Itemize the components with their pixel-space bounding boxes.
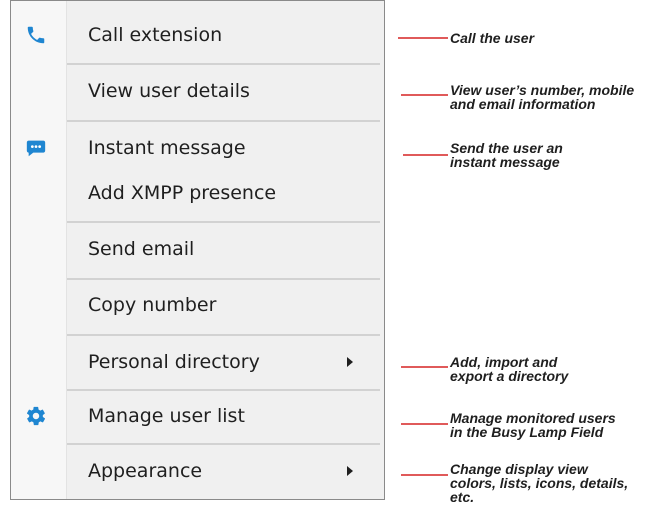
menu-item-personal-directory[interactable]: Personal directory [11, 342, 384, 382]
menu-item-copy-number[interactable]: Copy number [11, 285, 384, 325]
callout-line [401, 94, 448, 96]
menu-item-label: Call extension [88, 24, 223, 46]
menu-item-view-user-details[interactable]: View user details [11, 71, 384, 111]
menu-item-label: Add XMPP presence [88, 182, 277, 204]
callout-line [401, 423, 448, 425]
menu-item-add-xmpp-presence[interactable]: Add XMPP presence [11, 173, 384, 213]
menu-item-appearance[interactable]: Appearance [11, 451, 384, 491]
menu-item-label: Send email [88, 238, 195, 260]
callout-text: Call the user [450, 30, 535, 46]
menu-separator [67, 334, 380, 336]
context-menu: Call extension View user details Instant… [10, 0, 385, 500]
menu-item-label: Personal directory [88, 351, 260, 373]
callout-text: View user’s number, mobile and email inf… [450, 82, 635, 112]
menu-item-label: Instant message [88, 137, 246, 159]
menu-item-instant-message[interactable]: Instant message [11, 128, 384, 168]
callout-line [398, 37, 448, 39]
menu-item-manage-user-list[interactable]: Manage user list [11, 396, 384, 436]
callout-line [401, 474, 448, 476]
gear-icon [25, 405, 47, 427]
callout-line [403, 154, 448, 156]
phone-icon [25, 24, 47, 46]
menu-item-label: Appearance [88, 460, 203, 482]
menu-separator [67, 120, 380, 122]
callout-text: Manage monitored users in the Busy Lamp … [450, 410, 616, 440]
chat-bubble-icon [25, 137, 47, 159]
menu-separator [67, 278, 380, 280]
callout-text: Send the user an instant message [450, 140, 563, 170]
callout-text: Change display view colors, lists, icons… [450, 461, 629, 505]
submenu-arrow-icon [347, 466, 353, 476]
callout-line [401, 366, 448, 368]
menu-separator [67, 63, 380, 65]
callout-text: Add, import and export a directory [450, 354, 569, 384]
menu-item-call-extension[interactable]: Call extension [11, 15, 384, 55]
menu-separator [67, 389, 380, 391]
menu-item-send-email[interactable]: Send email [11, 229, 384, 269]
menu-separator [67, 221, 380, 223]
menu-item-label: Copy number [88, 294, 217, 316]
menu-item-label: View user details [88, 80, 250, 102]
submenu-arrow-icon [347, 357, 353, 367]
menu-separator [67, 443, 380, 445]
menu-item-label: Manage user list [88, 405, 245, 427]
